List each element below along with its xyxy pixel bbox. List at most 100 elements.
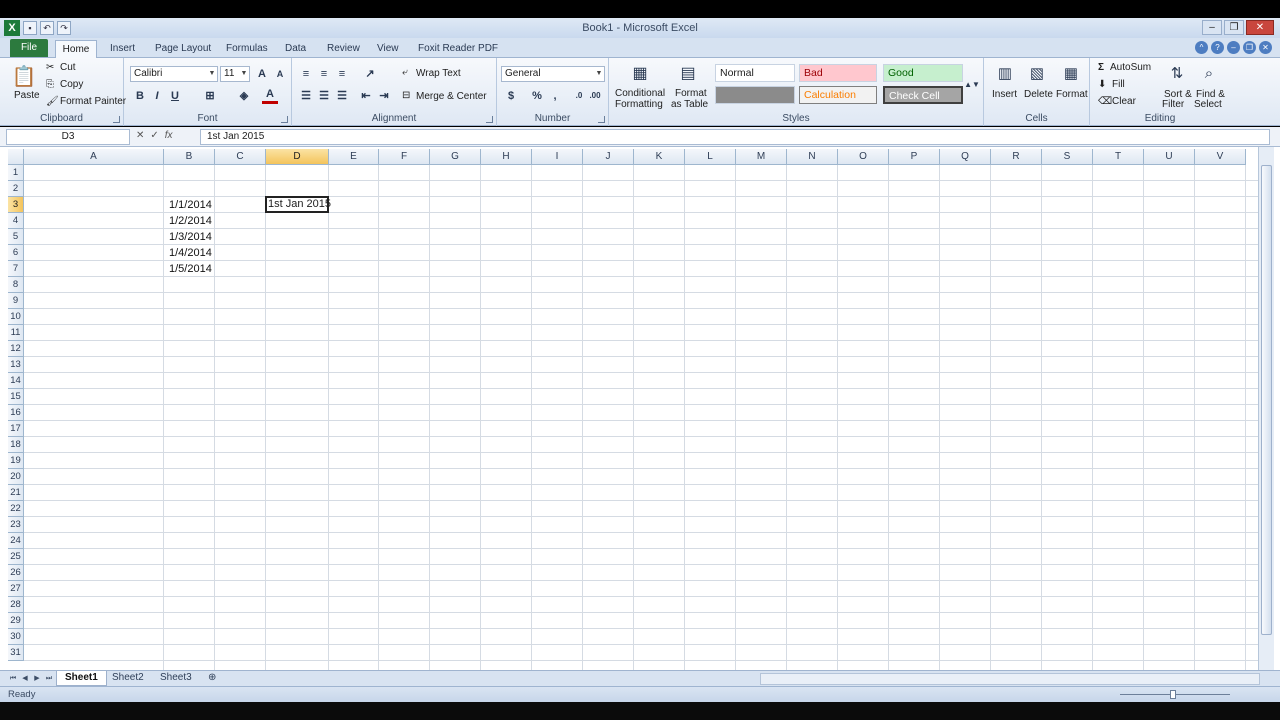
tab-view[interactable]: View — [377, 40, 399, 58]
column-header-c[interactable]: C — [215, 149, 266, 165]
increase-decimal-icon[interactable]: .0 — [571, 88, 587, 104]
row-header-21[interactable]: 21 — [8, 485, 24, 501]
column-header-m[interactable]: M — [736, 149, 787, 165]
fill-button[interactable]: Fill — [1112, 79, 1125, 90]
column-header-r[interactable]: R — [991, 149, 1042, 165]
cell-b3[interactable]: 1/1/2014 — [164, 197, 215, 213]
clear-button[interactable]: Clear — [1112, 96, 1136, 107]
italic-button[interactable]: I — [149, 88, 165, 104]
autosum-icon[interactable]: Σ — [1098, 62, 1104, 73]
font-launcher-icon[interactable] — [281, 116, 288, 123]
sheet-tab-sheet1[interactable]: Sheet1 — [56, 671, 107, 686]
style-calculation[interactable]: Calculation — [799, 86, 877, 104]
increase-indent-icon[interactable]: ⇥ — [376, 88, 392, 104]
style-bad[interactable]: Bad — [799, 64, 877, 82]
row-header-30[interactable]: 30 — [8, 629, 24, 645]
last-sheet-icon[interactable]: ⏭ — [44, 673, 54, 684]
close-button[interactable]: ✕ — [1246, 20, 1274, 35]
sort-filter-label-2[interactable]: Filter — [1162, 99, 1184, 110]
format-as-table-icon[interactable]: ▤ — [677, 62, 699, 84]
prev-sheet-icon[interactable]: ◀ — [20, 673, 30, 684]
styles-gallery-scroll-icon[interactable]: ▲▼ — [964, 64, 980, 104]
clear-icon[interactable]: ⌫ — [1098, 96, 1112, 107]
merge-center-button[interactable]: Merge & Center — [416, 91, 487, 102]
conditional-formatting-icon[interactable]: ▦ — [629, 62, 651, 84]
column-header-p[interactable]: P — [889, 149, 940, 165]
delete-cells-icon[interactable]: ▧ — [1026, 62, 1048, 84]
column-header-k[interactable]: K — [634, 149, 685, 165]
cell-d3[interactable]: 1st Jan 2015 — [265, 196, 331, 213]
underline-button[interactable]: U — [167, 88, 183, 104]
bold-button[interactable]: B — [132, 88, 148, 104]
column-header-f[interactable]: F — [379, 149, 430, 165]
row-header-18[interactable]: 18 — [8, 437, 24, 453]
font-color-icon[interactable]: A — [262, 88, 278, 104]
formula-input[interactable]: 1st Jan 2015 — [200, 129, 1270, 145]
select-all-corner[interactable] — [8, 149, 24, 165]
tab-home[interactable]: Home — [55, 40, 97, 58]
row-header-24[interactable]: 24 — [8, 533, 24, 549]
row-header-14[interactable]: 14 — [8, 373, 24, 389]
row-header-8[interactable]: 8 — [8, 277, 24, 293]
column-header-u[interactable]: U — [1144, 149, 1195, 165]
sheet-tab-sheet2[interactable]: Sheet2 — [104, 671, 152, 686]
row-header-4[interactable]: 4 — [8, 213, 24, 229]
conditional-formatting-label-1[interactable]: Conditional — [615, 88, 665, 99]
cell-b4[interactable]: 1/2/2014 — [164, 213, 215, 229]
row-header-9[interactable]: 9 — [8, 293, 24, 309]
column-header-l[interactable]: L — [685, 149, 736, 165]
row-header-1[interactable]: 1 — [8, 165, 24, 181]
row-header-19[interactable]: 19 — [8, 453, 24, 469]
row-header-5[interactable]: 5 — [8, 229, 24, 245]
merge-center-icon[interactable]: ⊟ — [402, 90, 410, 101]
wrap-text-button[interactable]: Wrap Text — [416, 68, 461, 79]
decrease-indent-icon[interactable]: ⇤ — [358, 88, 374, 104]
row-header-27[interactable]: 27 — [8, 581, 24, 597]
worksheet-grid[interactable]: A B C D E F G H I J K L M N O P Q R S T U V 1 2 3 4 5 6 7 8 9 10 11 12 13 1… — [0, 147, 1280, 670]
column-header-n[interactable]: N — [787, 149, 838, 165]
column-header-g[interactable]: G — [430, 149, 481, 165]
style-neutral[interactable] — [715, 86, 795, 104]
row-header-23[interactable]: 23 — [8, 517, 24, 533]
fill-icon[interactable]: ⬇ — [1098, 79, 1106, 90]
first-sheet-icon[interactable]: ⏮ — [8, 673, 18, 684]
style-good[interactable]: Good — [883, 64, 963, 82]
format-painter-icon[interactable]: 🖌 — [46, 96, 59, 107]
paste-button[interactable]: Paste — [14, 90, 40, 101]
format-cells-icon[interactable]: ▦ — [1060, 62, 1082, 84]
column-header-j[interactable]: J — [583, 149, 634, 165]
format-painter-button[interactable]: Format Painter — [60, 96, 126, 107]
row-header-16[interactable]: 16 — [8, 405, 24, 421]
align-right-icon[interactable]: ☰ — [334, 88, 350, 104]
column-header-e[interactable]: E — [329, 149, 379, 165]
cut-button[interactable]: Cut — [60, 62, 76, 73]
minimize-button[interactable]: – — [1202, 20, 1222, 35]
tab-file[interactable]: File — [10, 39, 48, 57]
number-launcher-icon[interactable] — [598, 116, 605, 123]
align-top-icon[interactable]: ≡ — [298, 66, 314, 82]
tab-data[interactable]: Data — [285, 40, 306, 58]
tab-insert[interactable]: Insert — [110, 40, 135, 58]
align-left-icon[interactable]: ☰ — [298, 88, 314, 104]
name-box[interactable]: D3 — [6, 129, 130, 145]
row-header-31[interactable]: 31 — [8, 645, 24, 661]
number-format-select[interactable]: General ▼ — [501, 66, 605, 82]
insert-button[interactable]: Insert — [992, 89, 1017, 100]
tab-foxit-pdf[interactable]: Foxit Reader PDF — [418, 40, 498, 58]
percent-button[interactable]: % — [529, 88, 545, 104]
vertical-scrollbar[interactable] — [1258, 147, 1274, 670]
insert-sheet-icon[interactable]: ⊕ — [200, 671, 224, 686]
next-sheet-icon[interactable]: ▶ — [32, 673, 42, 684]
conditional-formatting-label-2[interactable]: Formatting — [615, 99, 663, 110]
align-bottom-icon[interactable]: ≡ — [334, 66, 350, 82]
cell-b6[interactable]: 1/4/2014 — [164, 245, 215, 261]
row-header-28[interactable]: 28 — [8, 597, 24, 613]
sort-filter-icon[interactable]: ⇅ — [1166, 62, 1188, 84]
column-header-o[interactable]: O — [838, 149, 889, 165]
insert-function-button[interactable]: fx — [165, 130, 173, 141]
row-header-13[interactable]: 13 — [8, 357, 24, 373]
workbook-restore-icon[interactable]: ❐ — [1243, 41, 1256, 54]
help-icon[interactable]: ? — [1211, 41, 1224, 54]
format-as-table-label-1[interactable]: Format — [675, 88, 707, 99]
wrap-text-icon[interactable]: ⤶ — [402, 67, 408, 78]
